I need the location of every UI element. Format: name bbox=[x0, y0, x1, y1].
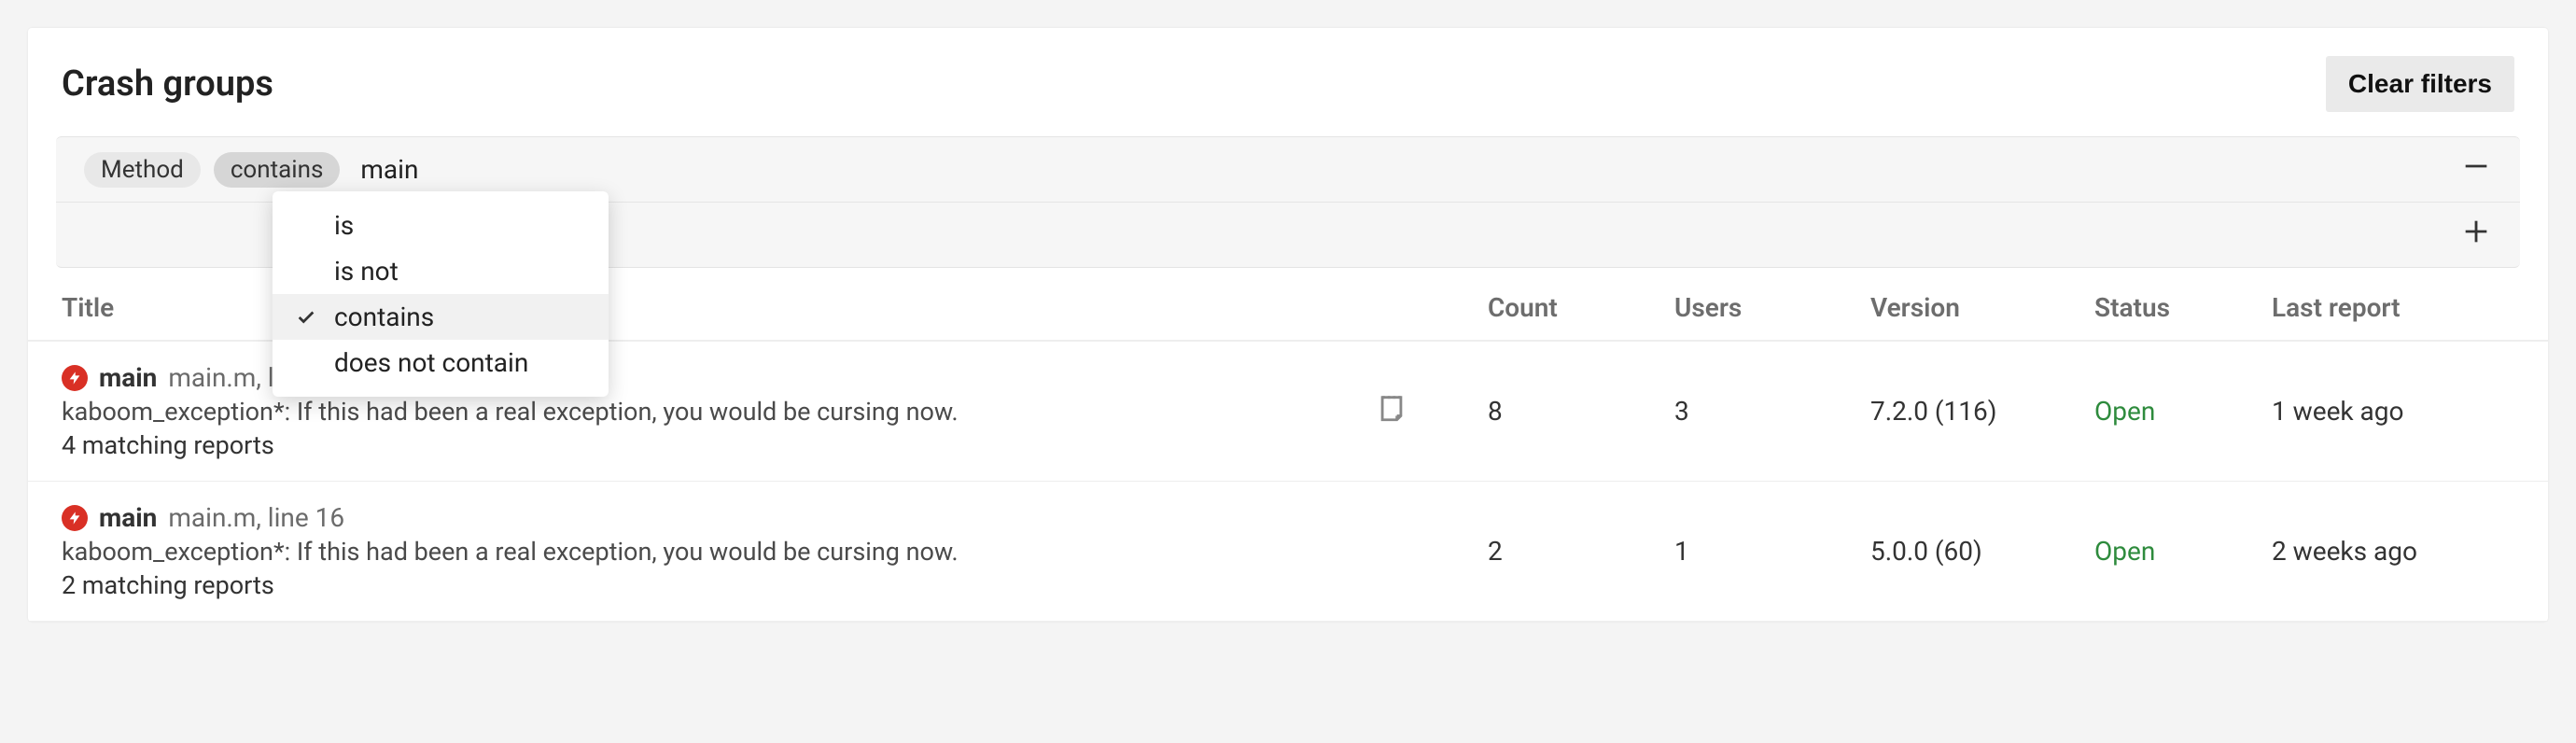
matching-reports: 4 matching reports bbox=[62, 430, 1376, 460]
last-report-cell: 2 weeks ago bbox=[2272, 536, 2514, 567]
operator-option-label: is not bbox=[334, 256, 399, 287]
version-cell: 5.0.0 (60) bbox=[1870, 536, 2094, 567]
crash-groups-panel: Crash groups Clear filters Method contai… bbox=[28, 28, 2548, 622]
operator-option[interactable]: contains bbox=[273, 294, 609, 340]
panel-header: Crash groups Clear filters bbox=[28, 28, 2548, 136]
crash-icon bbox=[62, 365, 88, 391]
col-title[interactable]: Title bbox=[62, 292, 1376, 323]
col-users[interactable]: Users bbox=[1674, 292, 1870, 323]
operator-option-label: contains bbox=[334, 301, 434, 332]
filter-operator-chip[interactable]: contains bbox=[214, 152, 341, 188]
check-icon bbox=[293, 307, 319, 328]
operator-option-label: is bbox=[334, 210, 354, 241]
operator-option[interactable]: does not contain bbox=[273, 340, 609, 386]
method-name: main bbox=[99, 362, 157, 393]
col-version[interactable]: Version bbox=[1870, 292, 2094, 323]
col-notes bbox=[1376, 292, 1488, 323]
filter-value[interactable]: main bbox=[353, 154, 418, 185]
status-cell: Open bbox=[2094, 536, 2272, 567]
operator-option-label: does not contain bbox=[334, 347, 528, 378]
page-title: Crash groups bbox=[62, 63, 273, 105]
count-cell: 2 bbox=[1488, 536, 1674, 567]
crash-description: kaboom_exception*: If this had been a re… bbox=[62, 537, 1376, 567]
row-title-cell: main main.m, line 16 kaboom_exception*: If… bbox=[62, 502, 1376, 600]
users-cell: 1 bbox=[1674, 536, 1870, 567]
clear-filters-button[interactable]: Clear filters bbox=[2326, 56, 2514, 112]
row-title-cell: mainmain.m, line 16kaboom_exception*: If… bbox=[62, 362, 1376, 460]
operator-option[interactable]: is bbox=[273, 203, 609, 248]
filter-field-chip[interactable]: Method bbox=[84, 152, 201, 188]
notes-icon[interactable] bbox=[1376, 400, 1407, 430]
notes-cell bbox=[1376, 392, 1488, 430]
col-last[interactable]: Last report bbox=[2272, 292, 2514, 323]
crash-description: kaboom_exception*: If this had been a re… bbox=[62, 397, 1376, 427]
users-cell: 3 bbox=[1674, 396, 1870, 427]
operator-dropdown: is is not contains does not contain bbox=[273, 191, 609, 397]
last-report-cell: 1 week ago bbox=[2272, 396, 2514, 427]
status-cell: Open bbox=[2094, 396, 2272, 427]
crash-icon bbox=[62, 505, 88, 531]
crash-group-row[interactable]: main main.m, line 16 kaboom_exception*: If… bbox=[28, 482, 2548, 622]
add-filter-icon[interactable] bbox=[2460, 216, 2492, 254]
version-cell: 7.2.0 (116) bbox=[1870, 396, 2094, 427]
filter-row: Method contains main isis notcontainsdoe… bbox=[56, 136, 2520, 203]
matching-reports: 2 matching reports bbox=[62, 570, 1376, 600]
file-location: main.m, line 16 bbox=[168, 502, 344, 533]
method-name: main bbox=[99, 502, 157, 533]
count-cell: 8 bbox=[1488, 396, 1674, 427]
col-status[interactable]: Status bbox=[2094, 292, 2272, 323]
remove-filter-icon[interactable] bbox=[2460, 150, 2492, 189]
col-count[interactable]: Count bbox=[1488, 292, 1674, 323]
operator-option[interactable]: is not bbox=[273, 248, 609, 294]
